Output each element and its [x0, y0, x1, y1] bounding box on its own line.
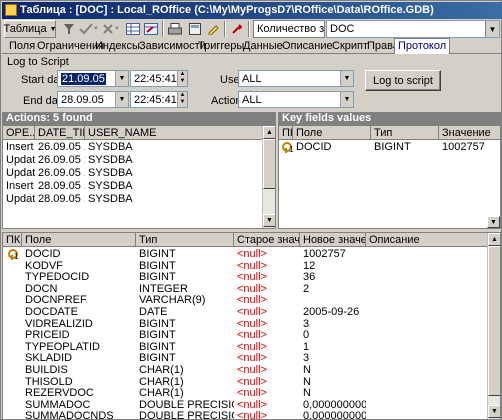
- start-date-field[interactable]: 21.09.05 ▼: [57, 70, 129, 87]
- scroll-thumb[interactable]: [263, 139, 275, 189]
- time-spinner-icon[interactable]: ▲ ▼: [177, 92, 187, 107]
- action-operation[interactable]: Update: [3, 154, 35, 167]
- tab-strip: Поля Ограничения Индексы Зависимости Три…: [2, 38, 502, 54]
- tools-icon[interactable]: [228, 20, 246, 38]
- col-user-name[interactable]: USER_NAME: [85, 126, 263, 140]
- field-field-cell[interactable]: SUMMADOCNDS: [22, 410, 136, 419]
- action-user-name[interactable]: SYSDBA: [85, 180, 263, 193]
- key-panel-header: Key fields values: [278, 112, 501, 125]
- scroll-down-icon[interactable]: ▼: [263, 214, 275, 227]
- main-window: Таблица : [DOC] : Local_ROffice (C:\My\M…: [0, 0, 502, 420]
- action-date-time[interactable]: 26.09.05 16...: [35, 167, 85, 180]
- window-title: Таблица : [DOC] : Local_ROffice (C:\My\M…: [20, 4, 434, 16]
- key-field-value: 1002757: [442, 141, 485, 153]
- start-date-value: 21.09.05: [61, 73, 106, 85]
- record-count-label-box: Количество записей: [253, 20, 325, 38]
- chevron-down-icon[interactable]: ▼: [115, 71, 128, 86]
- table-menu-button[interactable]: Таблица ▼: [3, 20, 57, 38]
- col-old-value[interactable]: Старое значение: [234, 233, 300, 247]
- end-time-value: 22:45:41: [134, 94, 177, 106]
- edit-icon[interactable]: [204, 20, 222, 38]
- record-count-label: Количество записей: [257, 23, 325, 35]
- end-time-field[interactable]: 22:45:41 ▲ ▼: [130, 91, 188, 108]
- action-date-time[interactable]: 28.09.05 16...: [35, 193, 85, 206]
- col-pk[interactable]: ПК: [3, 233, 22, 247]
- action-operation[interactable]: Update: [3, 167, 35, 180]
- table-edit-icon[interactable]: [142, 20, 160, 38]
- grid-view-icon[interactable]: [124, 20, 142, 38]
- chevron-down-icon[interactable]: ▼: [340, 92, 353, 107]
- log-to-script-button[interactable]: Log to script: [365, 70, 441, 91]
- user-value: ALL: [242, 73, 262, 85]
- col-type[interactable]: Тип: [136, 233, 234, 247]
- filter-icon[interactable]: [60, 20, 78, 38]
- chevron-down-icon[interactable]: ▼: [485, 21, 499, 37]
- action-date-time[interactable]: 26.09.05 16...: [35, 154, 85, 167]
- action-operation[interactable]: Insert: [3, 141, 35, 154]
- field-new-cell[interactable]: 0,0000000000...: [300, 410, 366, 419]
- table-menu-label: Таблица: [3, 23, 47, 35]
- actions-grid[interactable]: OPE... DATE_TIME USER_NAME Insert26.09.0…: [2, 125, 276, 229]
- time-spinner-icon[interactable]: ▲ ▼: [177, 71, 187, 86]
- actions-panel-header: Actions: 5 found: [2, 112, 276, 125]
- chevron-down-icon: ▼: [49, 25, 57, 33]
- chevron-down-icon: ▼: [114, 26, 120, 32]
- action-date-time[interactable]: 26.09.05 16...: [35, 141, 85, 154]
- chevron-down-icon[interactable]: ▼: [340, 71, 353, 86]
- tab-log[interactable]: Протокол: [394, 38, 451, 54]
- scroll-down-icon[interactable]: ▼: [488, 405, 500, 418]
- key-fields-grid[interactable]: ПК Поле Тип Значение 1 DOCID BIGINT 1002…: [278, 125, 501, 229]
- col-date-time[interactable]: DATE_TIME: [35, 126, 85, 140]
- col-field[interactable]: Поле: [293, 126, 371, 140]
- table-name-combo[interactable]: DOC ▼: [326, 20, 500, 38]
- table-name-value: DOC: [330, 23, 355, 35]
- start-time-field[interactable]: 22:45:41 ▲ ▼: [130, 70, 188, 87]
- action-user-name[interactable]: SYSDBA: [85, 167, 263, 180]
- tab-description[interactable]: Описание: [279, 39, 336, 53]
- scroll-up-icon[interactable]: ▲: [263, 126, 275, 139]
- log-group-label: Log to Script: [7, 56, 69, 68]
- action-user-name[interactable]: SYSDBA: [85, 154, 263, 167]
- toolbar: Таблица ▼ ▼ ▼ Количество з DOC ▼: [2, 19, 502, 39]
- action-date-time[interactable]: 28.09.05 16...: [35, 180, 85, 193]
- col-operation[interactable]: OPE...: [3, 126, 35, 140]
- scroll-up-icon[interactable]: ▲: [488, 233, 500, 246]
- key-field-name: DOCID: [296, 141, 332, 153]
- col-new-value[interactable]: Новое значение: [300, 233, 366, 247]
- actions-value: ALL: [242, 94, 262, 106]
- col-pk[interactable]: ПК: [279, 126, 293, 140]
- action-operation[interactable]: Insert: [3, 180, 35, 193]
- calculator-icon[interactable]: [186, 20, 204, 38]
- col-type[interactable]: Тип: [371, 126, 439, 140]
- fields-scrollbar[interactable]: ▲ ▼: [487, 233, 500, 419]
- field-old-cell[interactable]: <null>: [234, 410, 300, 419]
- end-date-field[interactable]: 28.09.05 ▼: [57, 91, 129, 108]
- print-icon[interactable]: [166, 20, 184, 38]
- user-select[interactable]: ALL ▼: [238, 70, 354, 87]
- title-bar[interactable]: Таблица : [DOC] : Local_ROffice (C:\My\M…: [2, 2, 502, 19]
- action-operation[interactable]: Update: [3, 193, 35, 206]
- end-date-value: 28.09.05: [61, 94, 104, 106]
- col-description[interactable]: Описание: [366, 233, 488, 247]
- key-scroll[interactable]: ▼: [487, 216, 500, 228]
- rollback-icon[interactable]: ▼: [100, 20, 122, 38]
- action-user-name[interactable]: SYSDBA: [85, 141, 263, 154]
- start-time-value: 22:45:41: [134, 73, 177, 85]
- col-field[interactable]: Поле: [22, 233, 136, 247]
- chevron-down-icon: ▼: [93, 26, 99, 32]
- app-icon: [5, 4, 17, 16]
- key-field-type: BIGINT: [374, 141, 411, 153]
- col-value[interactable]: Значение: [439, 126, 500, 140]
- action-user-name[interactable]: SYSDBA: [85, 193, 263, 206]
- key-number: 1: [14, 252, 19, 261]
- actions-scrollbar[interactable]: ▲ ▼: [262, 126, 275, 228]
- scroll-down-icon[interactable]: ▼: [487, 216, 500, 228]
- commit-icon[interactable]: ▼: [78, 20, 100, 38]
- actions-select[interactable]: ALL ▼: [238, 91, 354, 108]
- chevron-down-icon[interactable]: ▼: [115, 92, 128, 107]
- scroll-thumb[interactable]: [488, 246, 500, 396]
- field-type-cell[interactable]: DOUBLE PRECISION: [136, 410, 234, 419]
- field-changes-grid[interactable]: ПК Поле Тип Старое значение Новое значен…: [2, 232, 501, 420]
